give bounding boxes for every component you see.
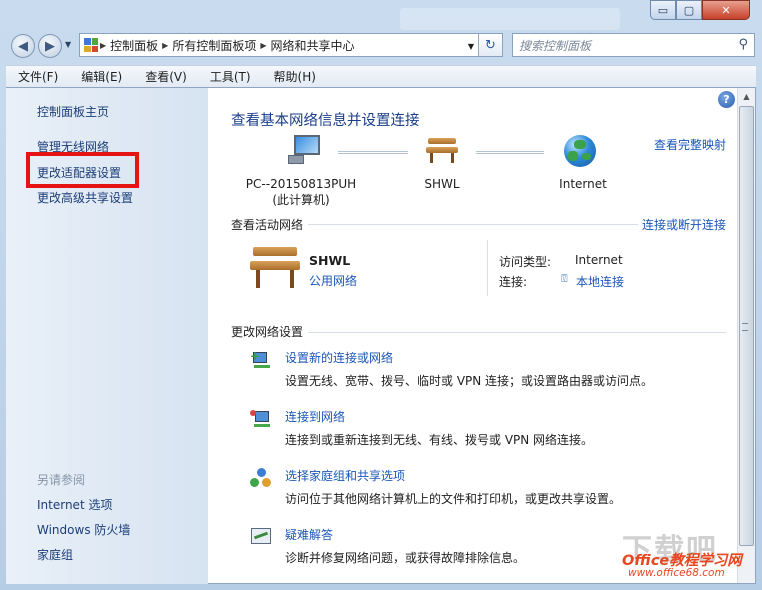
breadcrumb-all-items[interactable]: 所有控制面板项 [172, 37, 256, 54]
address-bar[interactable]: ▶ 控制面板 ▶ 所有控制面板项 ▶ 网络和共享中心 ▼ ↻ [79, 33, 503, 57]
connect-network-icon [250, 408, 272, 430]
search-icon[interactable]: ⚲ [738, 37, 748, 52]
active-network-bench-icon [250, 247, 300, 289]
background-window-blur [400, 8, 620, 30]
forward-arrow-icon: ▶ [45, 38, 55, 54]
search-input[interactable]: 搜索控制面板 ⚲ [512, 33, 755, 57]
vertical-divider [487, 240, 488, 296]
access-type-label: 访问类型: [499, 255, 552, 269]
divider [308, 332, 726, 333]
menu-file[interactable]: 文件(F) [6, 68, 69, 85]
breadcrumb-control-panel[interactable]: 控制面板 [110, 37, 158, 54]
network-name-label: SHWL [424, 177, 460, 191]
access-type-value: Internet [575, 253, 623, 267]
page-title: 查看基本网络信息并设置连接 [231, 113, 420, 129]
connect-disconnect-link[interactable]: 连接或断开连接 [642, 216, 726, 233]
control-panel-icon [84, 38, 98, 52]
watermark: 下载吧 Office教程学习网 www.office68.com [620, 525, 755, 583]
local-connection-link[interactable]: 本地连接 [576, 273, 624, 290]
internet-label: Internet [559, 177, 607, 191]
breadcrumb-separator-icon[interactable]: ▶ [260, 41, 266, 50]
divider [308, 224, 638, 225]
sidebar-item-windows-firewall[interactable]: Windows 防火墙 [37, 521, 130, 538]
local-connection-icon: ⍔ [561, 272, 568, 285]
bench-network-icon[interactable] [426, 138, 458, 164]
minimize-button[interactable]: ▭ [650, 0, 676, 20]
back-arrow-icon: ◀ [18, 38, 28, 54]
view-full-map-link[interactable]: 查看完整映射 [654, 136, 726, 153]
active-networks-heading: 查看活动网络 [231, 218, 304, 232]
task-homegroup-desc: 访问位于其他网络计算机上的文件和打印机，或更改共享设置。 [285, 492, 622, 506]
computer-name-label: PC--20150813PUH [245, 177, 357, 191]
troubleshoot-icon [250, 526, 272, 548]
globe-icon[interactable] [564, 135, 596, 167]
window-controls: ▭ ▢ ✕ [650, 0, 758, 22]
back-button[interactable]: ◀ [11, 34, 35, 58]
help-icon[interactable]: ? [718, 91, 735, 108]
menu-help[interactable]: 帮助(H) [262, 68, 327, 85]
network-type-link[interactable]: 公用网络 [309, 272, 357, 289]
breadcrumb-separator-icon[interactable]: ▶ [100, 41, 106, 50]
breadcrumb-network-center[interactable]: 网络和共享中心 [271, 37, 355, 54]
vertical-scrollbar[interactable]: ▲ [737, 88, 755, 583]
task-connect-network-desc: 连接到或重新连接到无线、有线、拨号或 VPN 网络连接。 [285, 433, 594, 447]
close-button[interactable]: ✕ [702, 0, 750, 20]
change-settings-heading: 更改网络设置 [231, 325, 304, 339]
breadcrumb-separator-icon[interactable]: ▶ [162, 41, 168, 50]
task-troubleshoot-link[interactable]: 疑难解答 [285, 526, 333, 543]
new-connection-icon: + [250, 349, 272, 371]
connection-label: 连接: [499, 275, 528, 289]
menu-tools[interactable]: 工具(T) [198, 68, 262, 85]
sidebar-item-internet-options[interactable]: Internet 选项 [37, 496, 112, 513]
maximize-button[interactable]: ▢ [676, 0, 702, 20]
watermark-url: www.office68.com [628, 567, 725, 579]
refresh-icon: ↻ [485, 37, 496, 53]
highlight-annotation-box [26, 152, 139, 188]
task-homegroup-link[interactable]: 选择家庭组和共享选项 [285, 467, 405, 484]
see-also-heading: 另请参阅 [37, 473, 86, 487]
homegroup-icon [250, 467, 272, 489]
task-new-connection-desc: 设置无线、宽带、拨号、临时或 VPN 连接；或设置路由器或访问点。 [285, 374, 654, 388]
computer-icon[interactable] [288, 135, 324, 165]
sidebar-item-control-panel-home[interactable]: 控制面板主页 [37, 103, 109, 120]
task-connect-network-link[interactable]: 连接到网络 [285, 408, 345, 425]
map-connector-line [476, 151, 544, 154]
search-placeholder: 搜索控制面板 [519, 38, 592, 53]
active-network-name: SHWL [309, 253, 351, 268]
refresh-button[interactable]: ↻ [478, 34, 502, 56]
recent-pages-dropdown-icon[interactable]: ▼ [65, 40, 71, 49]
menu-bar: 文件(F) 编辑(E) 查看(V) 工具(T) 帮助(H) [6, 65, 756, 87]
this-computer-label: (此计算机) [272, 193, 330, 207]
task-new-connection-link[interactable]: 设置新的连接或网络 [285, 349, 393, 366]
scroll-up-icon[interactable]: ▲ [738, 88, 755, 105]
task-troubleshoot-desc: 诊断并修复网络问题，或获得故障排除信息。 [285, 551, 526, 565]
menu-edit[interactable]: 编辑(E) [69, 68, 133, 85]
scroll-grip-icon [742, 323, 748, 331]
menu-view[interactable]: 查看(V) [133, 68, 198, 85]
map-connector-line [338, 151, 408, 154]
sidebar-item-advanced-sharing[interactable]: 更改高级共享设置 [37, 189, 133, 206]
sidebar-item-homegroup[interactable]: 家庭组 [37, 546, 73, 563]
forward-button[interactable]: ▶ [38, 34, 62, 58]
address-dropdown-icon[interactable]: ▼ [468, 42, 474, 51]
